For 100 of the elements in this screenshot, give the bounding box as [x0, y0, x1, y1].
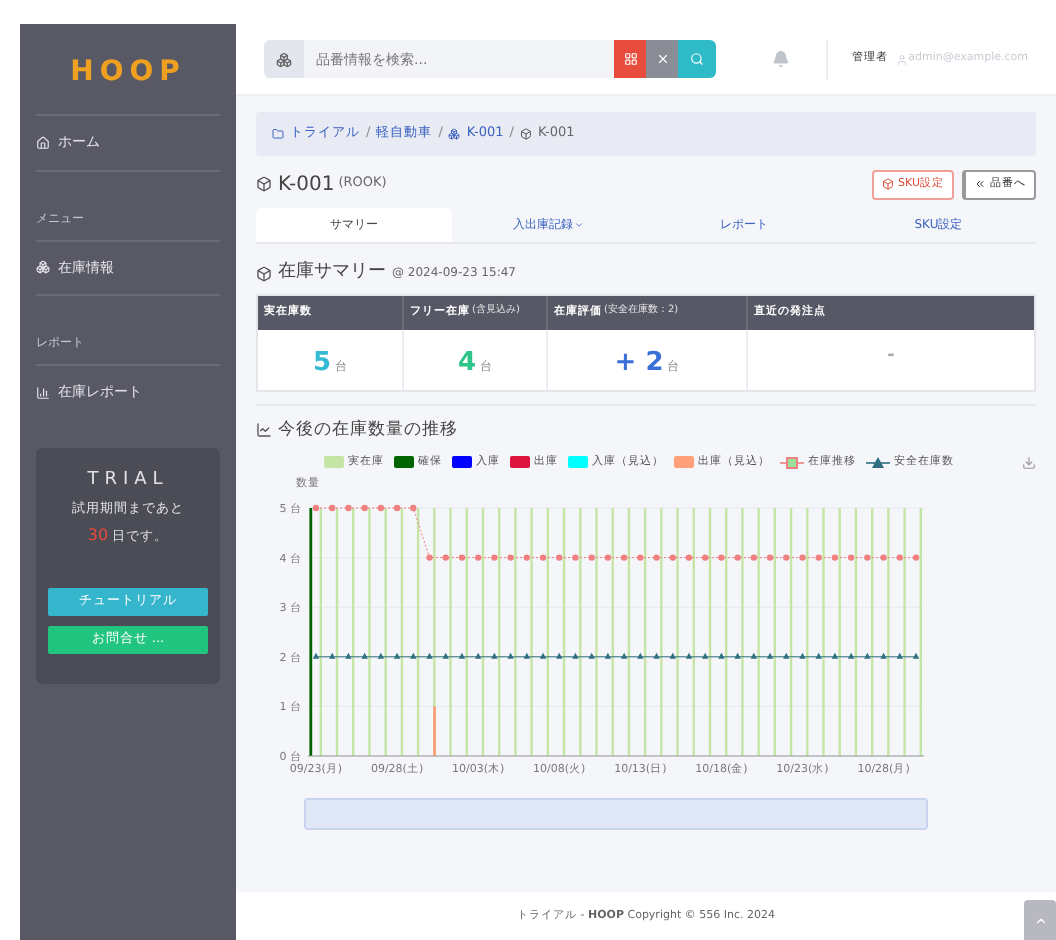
point	[653, 652, 660, 659]
point	[734, 652, 741, 659]
point	[620, 652, 628, 659]
cube-icon	[256, 265, 272, 282]
point	[847, 652, 855, 659]
point	[523, 553, 530, 561]
point	[637, 652, 644, 659]
point	[410, 504, 417, 511]
point	[507, 652, 514, 659]
point	[718, 652, 725, 659]
boxes-icon	[276, 51, 292, 67]
point	[491, 553, 498, 561]
close-icon	[655, 52, 670, 66]
home-icon	[36, 135, 50, 150]
point	[864, 652, 871, 659]
folder-icon	[272, 128, 284, 140]
chart-title: 今後の在庫数量の推移	[278, 417, 458, 443]
user-icon	[896, 53, 909, 65]
legend-marker	[780, 455, 804, 470]
stock-value: + 2	[614, 345, 664, 381]
point	[393, 652, 401, 659]
point	[329, 652, 336, 659]
point	[815, 553, 822, 561]
point	[912, 652, 920, 659]
point	[312, 652, 320, 659]
search-button[interactable]	[678, 40, 717, 78]
point	[896, 652, 903, 659]
point	[539, 652, 547, 659]
point	[604, 553, 612, 561]
point	[750, 652, 758, 659]
legend-marker	[866, 455, 890, 470]
point	[620, 553, 628, 561]
point	[702, 553, 709, 561]
double-chevron-icon	[974, 178, 986, 190]
point	[410, 652, 417, 659]
point	[702, 652, 709, 659]
point	[766, 652, 774, 659]
point	[880, 553, 887, 561]
chart-icon	[256, 421, 272, 438]
item-code: K-001	[278, 171, 335, 199]
point	[831, 652, 839, 659]
scroll-top-button[interactable]	[1024, 900, 1056, 940]
point	[345, 652, 352, 659]
cube-icon	[882, 178, 895, 190]
point	[474, 553, 482, 561]
point	[750, 553, 758, 561]
point	[361, 652, 368, 659]
point	[329, 504, 336, 511]
point	[864, 553, 871, 561]
point	[799, 652, 806, 659]
download-icon[interactable]	[1022, 455, 1036, 470]
point	[766, 553, 774, 561]
cube-icon	[519, 128, 532, 140]
point	[312, 504, 320, 511]
point	[831, 553, 839, 561]
point	[556, 652, 563, 659]
point	[377, 652, 385, 659]
point	[847, 553, 855, 561]
point	[539, 553, 547, 561]
trial-days: 30	[87, 523, 109, 548]
point	[783, 652, 790, 659]
grid-button[interactable]	[614, 40, 647, 78]
grid-icon	[623, 52, 638, 66]
point	[393, 504, 401, 511]
point	[880, 652, 887, 659]
point	[734, 553, 741, 561]
point	[669, 553, 676, 561]
point	[653, 553, 660, 561]
point	[507, 553, 514, 561]
point	[637, 553, 644, 561]
point	[718, 553, 725, 561]
search-icon	[690, 52, 705, 66]
point	[685, 652, 693, 659]
point	[361, 504, 368, 511]
point	[669, 652, 676, 659]
bell-icon[interactable]	[772, 50, 791, 68]
chart-icon	[36, 385, 50, 400]
logo: HOOP	[70, 54, 186, 92]
point	[783, 553, 790, 561]
point	[523, 652, 530, 659]
point	[604, 652, 612, 659]
point	[474, 652, 482, 659]
point	[572, 652, 579, 659]
point	[377, 504, 385, 511]
point	[491, 652, 498, 659]
trial-title: TRIAL	[87, 467, 169, 493]
stock-value: 4	[457, 345, 477, 381]
clear-button[interactable]	[646, 40, 679, 78]
category-button[interactable]	[264, 40, 304, 78]
stock-value: -	[887, 343, 895, 369]
stock-value: 5	[312, 345, 332, 381]
cube-icon	[256, 176, 272, 192]
point	[426, 652, 433, 659]
point	[896, 553, 903, 561]
chevron-up-icon	[1033, 913, 1047, 927]
point	[572, 553, 579, 561]
point	[912, 553, 920, 561]
boxes-icon	[448, 128, 461, 140]
point	[588, 553, 595, 561]
point	[345, 504, 352, 511]
